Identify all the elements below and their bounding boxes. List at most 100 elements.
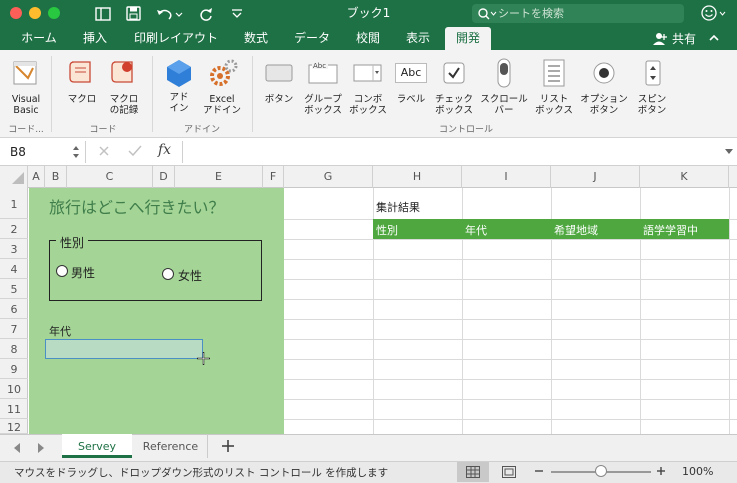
tab-view[interactable]: 表示 [398,27,438,50]
row-header-3[interactable]: 3 [0,239,28,259]
row-header-10[interactable]: 10 [0,379,28,399]
sidebar-toggle-icon[interactable] [94,5,112,22]
formula-input[interactable] [182,141,712,163]
results-title: 集計結果 [376,201,420,214]
grid-row-line [284,279,737,280]
tab-home[interactable]: ホーム [12,27,66,50]
zoom-out-icon[interactable] [534,466,544,476]
column-header-j[interactable]: J [551,166,640,188]
group-box-button[interactable]: Abc グループ ボックス [300,56,346,118]
male-option[interactable]: 男性 [56,264,116,280]
maximize-window-button[interactable] [48,7,60,19]
tab-data[interactable]: データ [286,27,338,50]
gender-group-label: 性別 [56,234,89,251]
check-box-button[interactable]: チェック ボックス [432,56,476,118]
sheet-search-input[interactable]: シートを検索 [472,4,684,23]
excel-addin-label: Excel アドイン [202,94,241,116]
option-button-button[interactable]: オプション ボタン [578,56,630,118]
search-placeholder: シートを検索 [498,7,564,20]
column-header-b[interactable]: B [45,166,67,188]
name-box[interactable]: B8 [0,141,86,163]
grid-row-line [284,359,737,360]
spin-button-button[interactable]: スピン ボタン [632,56,672,118]
tab-formulas[interactable]: 数式 [236,27,276,50]
tab-page-layout[interactable]: 印刷レイアウト [126,27,226,50]
add-sheet-icon[interactable] [221,439,235,453]
row-header-1[interactable]: 1 [0,188,28,219]
age-dropdown-draft[interactable] [45,339,203,359]
scroll-bar-button[interactable]: スクロール バー [478,56,530,118]
row-header-8[interactable]: 8 [0,339,28,359]
column-header-f[interactable]: F [263,166,284,188]
column-header-e[interactable]: E [175,166,263,188]
button-control-icon [265,62,293,84]
row-header-9[interactable]: 9 [0,359,28,379]
cancel-entry-icon[interactable] [98,145,110,157]
close-window-button[interactable] [10,7,22,19]
next-sheet-icon[interactable] [36,442,46,454]
name-box-stepper-icon[interactable] [72,144,80,160]
redo-icon[interactable] [197,5,215,22]
svg-text:Abc: Abc [313,62,326,70]
record-macro-button[interactable]: マクロ の記録 [104,56,144,118]
zoom-in-icon[interactable] [656,466,666,476]
share-button[interactable]: 共有 [652,31,698,47]
combo-box-button[interactable]: コンボ ボックス [348,56,388,118]
grid-row-line [284,399,737,400]
insert-function-button[interactable]: fx [158,142,171,158]
sheet-tab-reference[interactable]: Reference [134,434,208,458]
column-header-g[interactable]: G [284,166,373,188]
row-header-7[interactable]: 7 [0,319,28,339]
tab-developer[interactable]: 開発 [445,27,491,50]
column-header-c[interactable]: C [67,166,153,188]
sheet-tab-servey[interactable]: Servey [62,434,132,458]
confirm-entry-icon[interactable] [128,145,142,157]
page-layout-view-icon[interactable] [502,466,516,478]
ribbon-separator [252,56,253,132]
tab-review[interactable]: 校閲 [348,27,388,50]
row-header-5[interactable]: 5 [0,279,28,299]
row-header-4[interactable]: 4 [0,259,28,279]
column-header-i[interactable]: I [462,166,551,188]
zoom-slider-thumb[interactable] [595,465,607,477]
scroll-bar-label: スクロール バー [480,94,528,116]
form-title: 旅行はどこへ行きたい？ [49,198,225,217]
column-header-k[interactable]: K [640,166,729,188]
survey-form-background [29,188,284,434]
expand-formula-icon[interactable] [725,148,733,156]
button-control-button[interactable]: ボタン [260,56,298,118]
female-option[interactable]: 女性 [162,267,222,283]
label-control-button[interactable]: Abc ラベル [392,56,430,118]
row-header-12[interactable]: 12 [0,419,28,434]
column-header-a[interactable]: A [28,166,45,188]
group-label-code-short: コード... [8,125,44,135]
crosshair-cursor-icon [197,352,210,365]
row-header-6[interactable]: 6 [0,299,28,319]
select-all-corner[interactable] [0,166,28,188]
save-icon[interactable] [124,5,142,22]
combo-box-label: コンボ ボックス [349,94,387,116]
excel-addin-button[interactable]: Excel アドイン [200,56,244,118]
macro-label: マクロ [67,94,97,105]
minimize-window-button[interactable] [29,7,41,19]
addin-button[interactable]: アド イン [160,56,198,118]
undo-button[interactable] [154,5,184,22]
tab-insert[interactable]: 挿入 [74,27,116,50]
normal-view-button[interactable] [457,462,489,482]
smiley-feedback-icon[interactable] [701,5,729,22]
label-control-icon: Abc [395,63,427,83]
customize-toolbar-icon[interactable] [228,5,246,22]
prev-sheet-icon[interactable] [12,442,22,454]
checkbox-icon [443,62,465,84]
column-header-d[interactable]: D [153,166,175,188]
status-message: マウスをドラッグし、ドロップダウン形式のリスト コントロール を作成します [14,467,389,479]
visual-basic-label: Visual Basic [11,94,41,116]
macro-button[interactable]: マクロ [62,56,102,118]
row-header-11[interactable]: 11 [0,399,28,419]
visual-basic-button[interactable]: Visual Basic [4,56,48,118]
list-box-button[interactable]: リスト ボックス [532,56,576,118]
collapse-ribbon-icon[interactable] [708,32,720,44]
record-macro-icon [110,58,138,88]
row-header-2[interactable]: 2 [0,219,28,239]
column-header-h[interactable]: H [373,166,462,188]
